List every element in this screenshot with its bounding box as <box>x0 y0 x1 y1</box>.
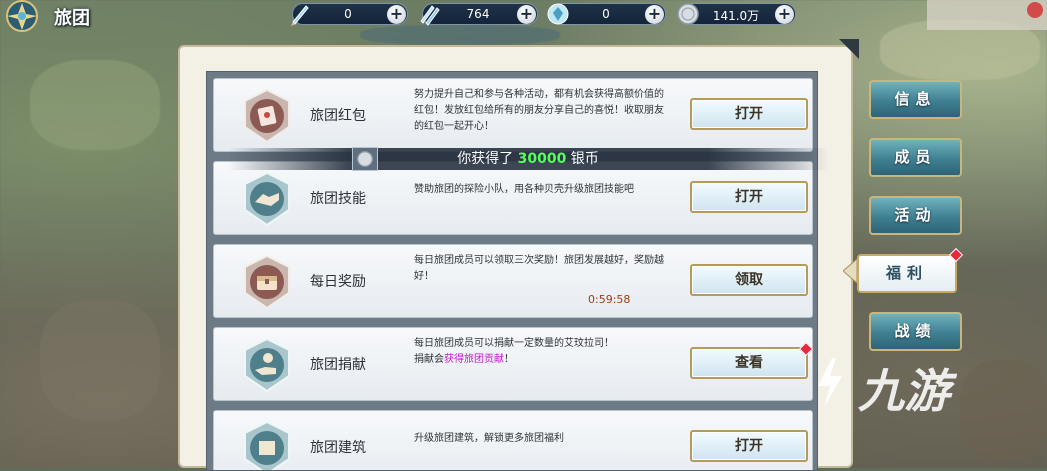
countdown-timer: 0:59:58 <box>588 293 631 306</box>
button-label: 查看 <box>735 355 763 371</box>
item-description: 每日旅团成员可以捐献一定数量的艾玟拉司！ 捐献会获得旅团贡献！ <box>414 336 664 368</box>
building-icon <box>244 420 290 470</box>
gem-badge-icon <box>547 3 569 25</box>
blurred-corner-icon <box>927 0 1047 30</box>
treasure-chest-icon <box>244 254 290 310</box>
item-description: 每日旅团成员可以领取三次奖励！旅团发展越好，奖励越好！ <box>414 255 664 282</box>
tab-info[interactable]: 信息 <box>869 80 962 119</box>
open-red-packet-button[interactable]: 打开 <box>690 98 808 130</box>
list-item-daily-reward: 每日奖励 每日旅团成员可以领取三次奖励！旅团发展越好，奖励越好！ 0:59:58… <box>213 244 813 318</box>
tab-members[interactable]: 成员 <box>869 138 962 177</box>
item-description: 升级旅团建筑，解锁更多旅团福利 <box>414 433 564 444</box>
silver-coin-icon <box>352 147 378 171</box>
contribution-highlight: 获得旅团贡献 <box>444 354 504 365</box>
item-name: 旅团红包 <box>310 108 366 124</box>
list-item-guild-skills: 旅团技能 赞助旅团的探险小队，用各种贝壳升级旅团技能吧 打开 <box>213 161 813 235</box>
description-suffix: ！ <box>504 354 514 365</box>
welfare-panel: 旅团红包 努力提升自己和参与各种活动，都有机会获得高额价值的红包！发放红包给所有… <box>178 39 859 471</box>
list-item-red-packet: 旅团红包 努力提升自己和参与各种活动，都有机会获得高额价值的红包！发放红包给所有… <box>213 78 813 152</box>
list-item-donation: 旅团捐献 每日旅团成员可以捐献一定数量的艾玟拉司！ 捐献会获得旅团贡献！ 查看 <box>213 327 814 401</box>
description-line: 捐献会获得旅团贡献！ <box>414 352 664 368</box>
description-line: 每日旅团成员可以捐献一定数量的艾玟拉司！ <box>414 338 614 349</box>
item-name: 旅团捐献 <box>310 357 366 373</box>
page-title: 旅团 <box>54 8 90 29</box>
item-name: 旅团建筑 <box>310 440 366 456</box>
resource-value: 764 <box>466 7 490 21</box>
add-gem-button[interactable]: + <box>645 5 664 24</box>
resource-double-quill: 764 + <box>420 3 538 26</box>
toast-prefix: 你获得了 <box>457 151 518 167</box>
corner-ornament-icon <box>839 39 859 59</box>
toast-amount: 30000 <box>517 151 567 167</box>
silver-coin-icon <box>677 3 699 25</box>
list-item-guild-building: 旅团建筑 升级旅团建筑，解锁更多旅团福利 打开 <box>213 410 813 470</box>
watermark-text: 九游 <box>858 364 950 418</box>
tab-activities[interactable]: 活动 <box>869 196 962 235</box>
view-donation-button[interactable]: 查看 <box>690 341 814 379</box>
toast-suffix: 银币 <box>566 151 599 167</box>
resource-value: 141.0万 <box>712 9 760 23</box>
reward-toast: 你获得了 30000 银币 <box>228 148 828 170</box>
guild-emblem-icon[interactable] <box>2 0 48 40</box>
resource-silver: 141.0万 + <box>677 3 796 25</box>
item-description: 赞助旅团的探险小队，用各种贝壳升级旅团技能吧 <box>414 184 634 195</box>
resource-gem-badge: 0 + <box>547 3 666 25</box>
active-tab-arrow-icon <box>843 259 857 283</box>
welfare-list[interactable]: 旅团红包 努力提升自己和参与各种活动，都有机会获得高额价值的红包！发放红包给所有… <box>206 71 818 471</box>
quill-icon <box>291 5 309 26</box>
add-double-quill-button[interactable]: + <box>517 5 536 24</box>
open-guild-skills-button[interactable]: 打开 <box>690 181 808 213</box>
tab-label: 福利 <box>885 264 928 282</box>
handshake-icon <box>244 171 290 227</box>
tab-welfare[interactable]: 福利 <box>857 247 964 293</box>
item-name: 旅团技能 <box>310 191 366 207</box>
claim-daily-reward-button[interactable]: 领取 <box>690 264 808 296</box>
item-description: 努力提升自己和参与各种活动，都有机会获得高额价值的红包！发放红包给所有的朋友分享… <box>414 89 664 132</box>
jiuyou-logo-icon <box>818 358 842 408</box>
resource-value: 0 <box>602 7 610 21</box>
add-quill-button[interactable]: + <box>387 5 406 24</box>
open-guild-building-button[interactable]: 打开 <box>690 430 808 462</box>
double-quill-icon <box>420 5 440 26</box>
red-packet-icon <box>244 88 290 144</box>
tab-records[interactable]: 战绩 <box>869 312 962 351</box>
description-prefix: 捐献会 <box>414 354 444 365</box>
add-silver-button[interactable]: + <box>775 5 794 24</box>
item-name: 每日奖励 <box>310 274 366 290</box>
resource-quill: 0 + <box>291 3 408 26</box>
donation-hand-icon <box>244 337 290 393</box>
resource-value: 0 <box>344 7 352 21</box>
